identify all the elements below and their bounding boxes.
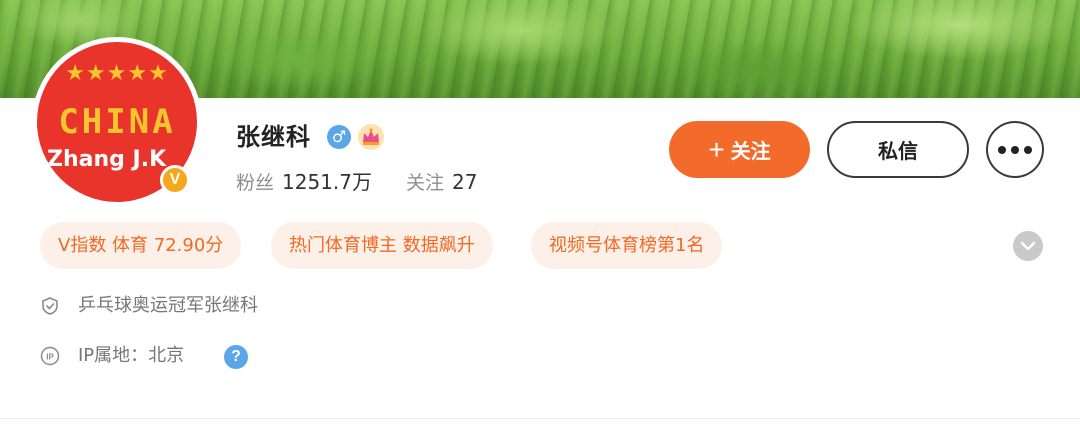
profile-name: 张继科 [236, 123, 311, 151]
bottom-divider [0, 418, 1080, 419]
crown-icon [358, 124, 384, 150]
verified-badge-icon: V [160, 165, 190, 195]
following-count[interactable]: 27 [452, 170, 477, 194]
fans-label: 粉丝 [236, 172, 275, 194]
following-label: 关注 [406, 172, 445, 194]
follow-button[interactable]: + 关注 [669, 121, 810, 178]
tag-video-rank[interactable]: 视频号体育榜第1名 [531, 222, 723, 269]
fans-count[interactable]: 1251.7万 [282, 170, 372, 194]
follow-button-label: 关注 [730, 141, 771, 163]
profile-stats: 粉丝 1251.7万 关注 27 [236, 166, 477, 198]
more-dot [1024, 145, 1032, 154]
tag-hot-blogger[interactable]: 热门体育博主 数据飙升 [271, 222, 493, 269]
avatar-stars: ★★★★★ [65, 61, 169, 86]
shield-check-icon [42, 297, 58, 315]
male-gender-icon: ♂ [327, 125, 351, 149]
avatar-text-china: CHINA [58, 102, 176, 142]
more-dot [1011, 145, 1019, 154]
message-button-label: 私信 [878, 141, 918, 163]
expand-chevron-button[interactable] [1013, 231, 1043, 261]
plus-icon: + [708, 133, 725, 165]
message-button[interactable]: 私信 [827, 121, 969, 178]
verification-text: 乒乓球奥运冠军张继科 [78, 295, 258, 316]
help-icon[interactable]: ? [224, 345, 248, 369]
svg-text:IP: IP [46, 353, 54, 362]
more-options-button[interactable] [986, 121, 1044, 178]
more-dots-icon [998, 145, 1006, 154]
ip-icon: IP [40, 346, 60, 366]
chevron-down-icon [1020, 241, 1036, 251]
ip-location-text: IP属地：北京 [78, 345, 185, 366]
tag-v-index[interactable]: V指数 体育 72.90分 [40, 222, 242, 269]
